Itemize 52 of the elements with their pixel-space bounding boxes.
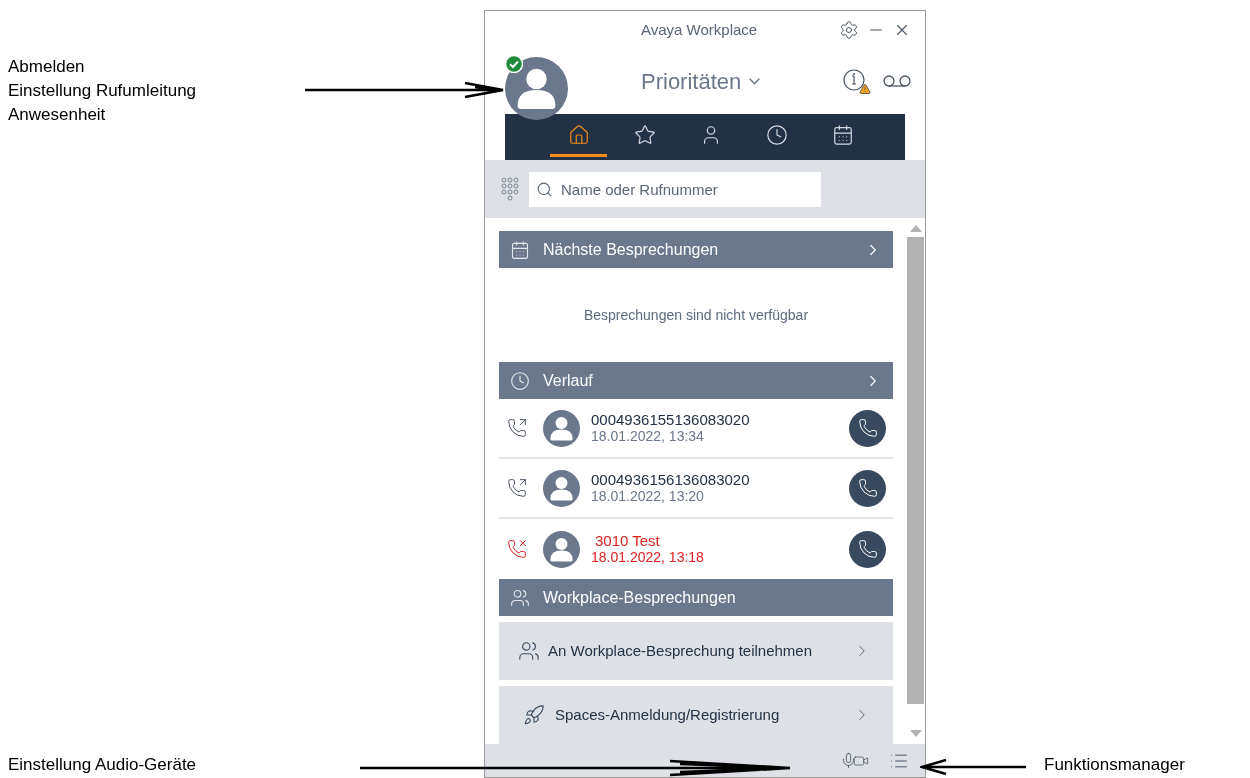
call-contact: 3010 Test bbox=[594, 532, 661, 550]
annotation-label: Funktionsmanager bbox=[1044, 754, 1185, 776]
contact-avatar bbox=[543, 530, 580, 568]
empty-state-text: Besprechungen sind nicht verfügbar bbox=[583, 305, 809, 325]
info-warning-icon[interactable] bbox=[843, 69, 869, 94]
calendar-icon bbox=[831, 124, 854, 147]
search-field[interactable]: Name oder Rufnummer bbox=[529, 171, 821, 207]
outgoing-call-icon bbox=[507, 418, 527, 439]
annotation-label: Einstellung Rufumleitung bbox=[8, 80, 197, 102]
history-header[interactable]: Verlauf bbox=[499, 362, 893, 400]
annotation-label: Abmelden bbox=[8, 56, 85, 78]
priorities-dropdown[interactable]: Prioritäten bbox=[641, 64, 761, 98]
people-icon bbox=[510, 587, 530, 608]
contact-avatar bbox=[543, 469, 580, 507]
call-time: 18.01.2022, 13:18 bbox=[591, 549, 704, 567]
section-title: Workplace-Besprechungen bbox=[543, 587, 736, 608]
clock-icon bbox=[765, 124, 788, 147]
workplace-action[interactable]: An Workplace-Besprechung teilnehmen bbox=[499, 622, 893, 681]
section-title: Verlauf bbox=[543, 370, 593, 391]
section-title: Nächste Besprechungen bbox=[543, 239, 719, 260]
workplace-action[interactable]: Spaces-Anmeldung/Registrierung bbox=[499, 686, 893, 745]
calendar-icon bbox=[510, 239, 530, 260]
rocket-icon bbox=[523, 704, 545, 727]
audio-video-icon[interactable] bbox=[840, 752, 869, 770]
missed-call-icon bbox=[507, 539, 527, 560]
meetings-header[interactable]: Nächste Besprechungen bbox=[499, 231, 893, 269]
annotation-label: Anwesenheit bbox=[8, 104, 106, 126]
call-button[interactable] bbox=[849, 409, 886, 447]
call-time: 18.01.2022, 13:20 bbox=[591, 488, 705, 506]
call-time: 18.01.2022, 13:34 bbox=[591, 428, 705, 446]
call-contact: 0004936155136083020 bbox=[591, 411, 750, 429]
contact-avatar bbox=[543, 409, 580, 447]
voicemail-icon[interactable] bbox=[883, 74, 911, 89]
chevron-down-icon bbox=[749, 77, 761, 85]
call-history-row[interactable]: 0004936155136083020 18.01.2022, 13:34 bbox=[499, 399, 893, 460]
call-button[interactable] bbox=[849, 530, 886, 568]
clock-icon bbox=[510, 370, 530, 391]
phone-icon bbox=[857, 418, 878, 439]
outgoing-call-icon bbox=[507, 478, 527, 499]
call-button[interactable] bbox=[849, 469, 886, 507]
call-history-row[interactable]: 3010 Test 18.01.2022, 13:18 bbox=[499, 519, 893, 580]
window-title: Avaya Workplace bbox=[641, 19, 758, 40]
search-icon bbox=[536, 180, 553, 198]
call-contact: 0004936156136083020 bbox=[591, 471, 750, 489]
settings-icon[interactable] bbox=[839, 19, 859, 40]
home-icon bbox=[567, 124, 590, 147]
star-icon bbox=[633, 124, 656, 147]
phone-icon bbox=[857, 539, 878, 560]
people-icon bbox=[518, 640, 540, 663]
call-history-row[interactable]: 0004936156136083020 18.01.2022, 13:20 bbox=[499, 459, 893, 520]
phone-icon bbox=[857, 478, 878, 499]
annotation-label: Einstellung Audio-Geräte bbox=[8, 754, 198, 776]
